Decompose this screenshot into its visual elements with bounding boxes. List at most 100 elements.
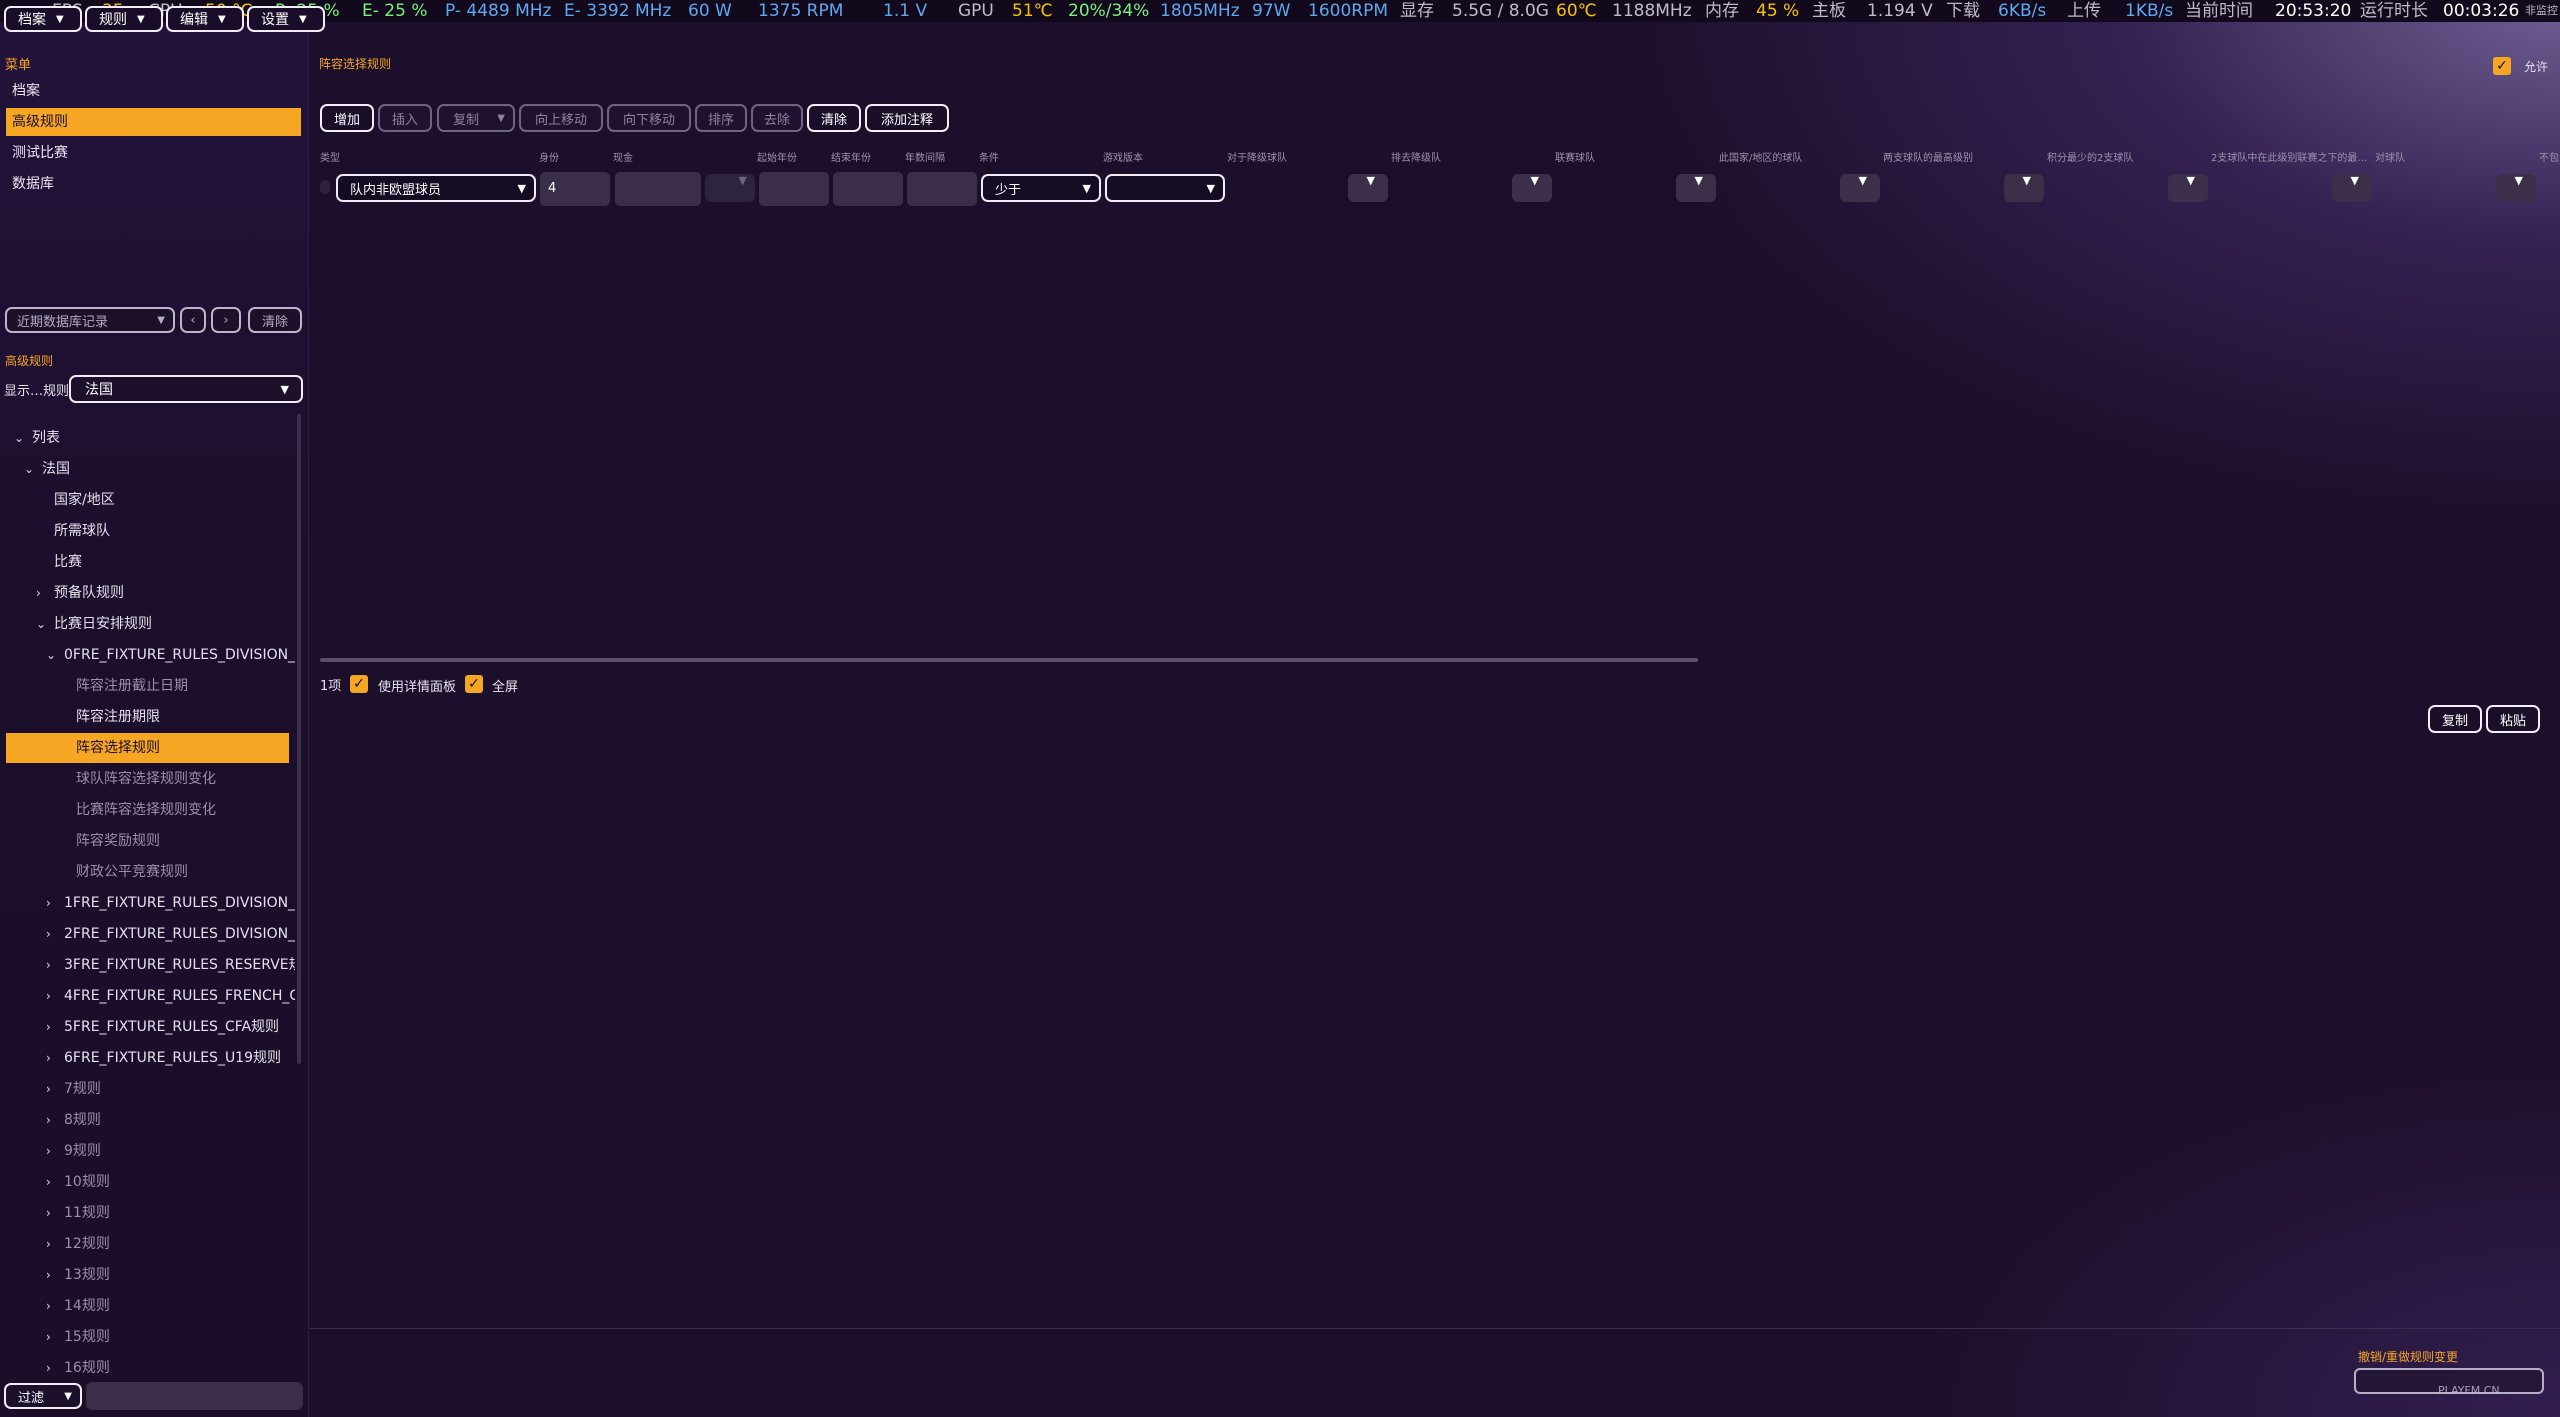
chevron-right-icon[interactable]: ›: [46, 1198, 51, 1228]
chevron-right-icon[interactable]: ›: [46, 1105, 51, 1135]
chevron-right-icon[interactable]: ›: [46, 888, 51, 918]
relegated-teams-select[interactable]: ▼: [1348, 174, 1388, 202]
remove-button[interactable]: 去除: [751, 104, 803, 132]
menu-rules[interactable]: 规则 ▼: [85, 6, 163, 32]
chevron-right-icon[interactable]: ›: [46, 1043, 51, 1073]
chevron-right-icon[interactable]: ›: [46, 981, 51, 1011]
tree-item[interactable]: › 10规则: [0, 1167, 295, 1197]
main-panel: 阵容选择规则 ✓ 允许 增加 插入 复制 ▼ 向上移动 向下移动 排序 去除 清…: [310, 22, 2560, 1417]
tree-item[interactable]: › 7规则: [0, 1074, 295, 1104]
chevron-right-icon[interactable]: ›: [46, 950, 51, 980]
tree-scrollbar[interactable]: [297, 414, 301, 1064]
tree-item[interactable]: 比赛阵容选择规则变化: [0, 795, 295, 825]
country-teams-select[interactable]: ▼: [1840, 174, 1880, 202]
league-teams-select[interactable]: ▼: [1676, 174, 1716, 202]
highest-level-select[interactable]: ▼: [2004, 174, 2044, 202]
type-select[interactable]: 队内非欧盟球员 ▼: [336, 174, 536, 202]
chevron-right-icon[interactable]: ›: [46, 1012, 51, 1042]
tree-item[interactable]: › 3FRE_FIXTURE_RULES_RESERVE规: [0, 950, 295, 980]
chevron-down-icon[interactable]: ⌄: [24, 454, 34, 484]
menu-file[interactable]: 档案 ▼: [4, 6, 82, 32]
chevron-down-icon: ▼: [137, 13, 145, 25]
tree-item[interactable]: › 9规则: [0, 1136, 295, 1166]
tree-item[interactable]: 所需球队: [0, 516, 295, 546]
insert-button[interactable]: 插入: [378, 104, 432, 132]
copy-button[interactable]: 复制: [2428, 705, 2482, 733]
row-handle[interactable]: [320, 180, 330, 194]
chevron-down-icon[interactable]: ⌄: [14, 423, 24, 453]
menu-settings[interactable]: 设置 ▼: [247, 6, 325, 32]
tree-item[interactable]: › 4FRE_FIXTURE_RULES_FRENCH_CU: [0, 981, 295, 1011]
tree-item[interactable]: ⌄ 列表: [0, 423, 295, 453]
tree-item[interactable]: 国家/地区: [0, 485, 295, 515]
gpu-clock: 1805MHz: [1160, 1, 1240, 21]
filter-input[interactable]: [86, 1382, 303, 1410]
table-scrollbar[interactable]: [320, 658, 1698, 662]
add-button[interactable]: 增加: [320, 104, 374, 132]
tree-item[interactable]: 阵容奖励规则: [0, 826, 295, 856]
tree-item[interactable]: › 预备队规则: [0, 578, 295, 608]
chevron-right-icon[interactable]: ›: [46, 919, 51, 949]
tree-item[interactable]: › 1FRE_FIXTURE_RULES_DIVISION_TV: [0, 888, 295, 918]
chevron-down-icon: ▼: [64, 1390, 72, 1402]
year-interval-input[interactable]: [907, 172, 977, 206]
tree-item[interactable]: › 5FRE_FIXTURE_RULES_CFA规则: [0, 1012, 295, 1042]
use-detail-checkbox[interactable]: ✓: [350, 675, 368, 693]
tree-item[interactable]: › 13规则: [0, 1260, 295, 1290]
fullscreen-checkbox[interactable]: ✓: [465, 675, 483, 693]
chevron-right-icon[interactable]: ›: [46, 1074, 51, 1104]
chevron-right-icon[interactable]: ›: [46, 1167, 51, 1197]
tree-item[interactable]: › 2FRE_FIXTURE_RULES_DIVISION_N: [0, 919, 295, 949]
move-up-button[interactable]: 向上移动: [519, 104, 603, 132]
tree-item[interactable]: › 8规则: [0, 1105, 295, 1135]
tree-item[interactable]: 阵容选择规则: [6, 733, 289, 763]
upload-speed: 1KB/s: [2125, 1, 2174, 21]
vs-team-select[interactable]: ▼: [2496, 174, 2536, 202]
move-down-button[interactable]: 向下移动: [607, 104, 691, 132]
game-version-select[interactable]: ▼: [1105, 174, 1225, 202]
condition-select[interactable]: 少于 ▼: [981, 174, 1101, 202]
tree-item[interactable]: 阵容注册截止日期: [0, 671, 295, 701]
tree-item-label: 0FRE_FIXTURE_RULES_DIVISION_O: [64, 647, 295, 663]
chevron-right-icon[interactable]: ›: [46, 1136, 51, 1166]
copy-dropdown[interactable]: 复制 ▼: [437, 104, 515, 132]
least-points-select[interactable]: ▼: [2168, 174, 2208, 202]
tree-item[interactable]: › 16规则: [0, 1353, 295, 1383]
exclude-relegated-select[interactable]: ▼: [1512, 174, 1552, 202]
sort-button[interactable]: 排序: [695, 104, 747, 132]
add-comment-button[interactable]: 添加注释: [865, 104, 949, 132]
start-year-input[interactable]: [759, 172, 829, 206]
tree-item[interactable]: › 15规则: [0, 1322, 295, 1352]
chevron-right-icon[interactable]: ›: [46, 1353, 51, 1383]
tree-item[interactable]: ⌄ 比赛日安排规则: [0, 609, 295, 639]
tree-item[interactable]: › 14规则: [0, 1291, 295, 1321]
tree-item[interactable]: › 12规则: [0, 1229, 295, 1259]
filter-select[interactable]: 过滤 ▼: [4, 1383, 82, 1409]
chevron-down-icon[interactable]: ⌄: [46, 640, 56, 670]
end-year-input[interactable]: [833, 172, 903, 206]
gpu-load: 20%/34%: [1068, 1, 1150, 21]
tree-item[interactable]: › 11规则: [0, 1198, 295, 1228]
below-level-select[interactable]: ▼: [2332, 174, 2372, 202]
cash-input[interactable]: [615, 172, 701, 206]
menu-edit[interactable]: 编辑 ▼: [166, 6, 244, 32]
chevron-right-icon[interactable]: ›: [46, 1291, 51, 1321]
tree-item[interactable]: ⌄ 法国: [0, 454, 295, 484]
tree-item[interactable]: › 6FRE_FIXTURE_RULES_U19规则: [0, 1043, 295, 1073]
chevron-right-icon[interactable]: ›: [46, 1229, 51, 1259]
tree-item[interactable]: 球队阵容选择规则变化: [0, 764, 295, 794]
allow-checkbox[interactable]: ✓: [2493, 57, 2511, 75]
chevron-right-icon[interactable]: ›: [46, 1322, 51, 1352]
chevron-down-icon[interactable]: ⌄: [36, 609, 46, 639]
condition-value: 少于: [995, 182, 1022, 198]
tree-item[interactable]: 比赛: [0, 547, 295, 577]
chevron-right-icon[interactable]: ›: [46, 1260, 51, 1290]
status-value-input[interactable]: 4: [540, 172, 610, 206]
cash-unit-select[interactable]: ▼: [705, 174, 755, 202]
tree-item[interactable]: ⌄ 0FRE_FIXTURE_RULES_DIVISION_O: [0, 640, 295, 670]
chevron-right-icon[interactable]: ›: [36, 578, 41, 608]
paste-button[interactable]: 粘贴: [2486, 705, 2540, 733]
clear-button[interactable]: 清除: [807, 104, 861, 132]
tree-item[interactable]: 阵容注册期限: [0, 702, 295, 732]
tree-item[interactable]: 财政公平竞赛规则: [0, 857, 295, 887]
